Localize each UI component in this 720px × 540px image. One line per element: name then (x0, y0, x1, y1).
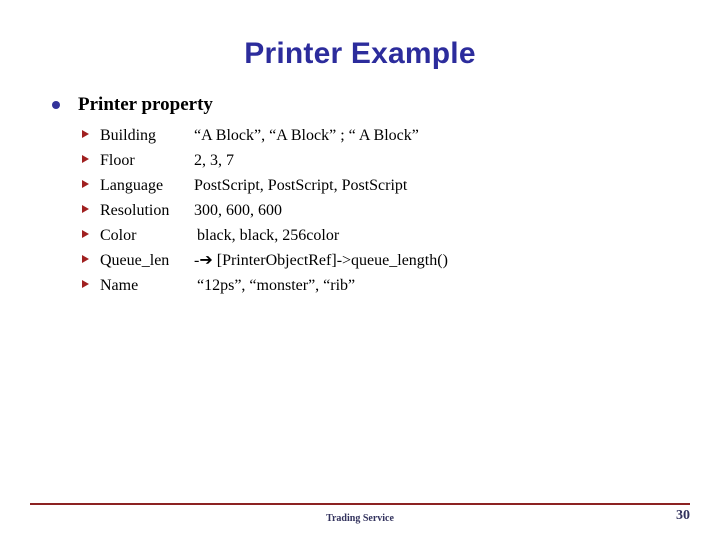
list-item: Building “A Block”, “A Block” ; “ A Bloc… (0, 123, 720, 148)
property-label: Queue_len (100, 252, 170, 269)
property-label: Color (100, 227, 137, 244)
property-label: Resolution (100, 202, 170, 219)
arrow-marker-icon (82, 180, 89, 188)
list-item: Resolution 300, 600, 600 (0, 198, 720, 223)
property-value: “12ps”, “monster”, “rib” (197, 277, 356, 294)
page-title: Printer Example (244, 37, 476, 70)
slide-body: Printer property Building “A Block”, “A … (0, 92, 720, 298)
bullet-dot-icon (52, 101, 60, 109)
property-list: Building “A Block”, “A Block” ; “ A Bloc… (0, 123, 720, 298)
list-item: Name “12ps”, “monster”, “rib” (0, 273, 720, 298)
arrow-marker-icon (82, 280, 89, 288)
footer-text: Trading Service (326, 513, 394, 524)
bullet-level1-label: Printer property (78, 94, 213, 115)
list-item: Color black, black, 256color (0, 223, 720, 248)
arrow-marker-icon (82, 205, 89, 213)
property-value: black, black, 256color (197, 227, 340, 244)
bullet-item-printer-property: Printer property (0, 92, 720, 118)
arrow-marker-icon (82, 255, 89, 263)
property-value: -➔ [PrinterObjectRef]->queue_length() (194, 252, 448, 269)
footer-divider (30, 503, 690, 505)
property-value: 300, 600, 600 (194, 202, 282, 219)
property-label: Floor (100, 152, 135, 169)
property-label: Language (100, 177, 164, 194)
property-value: 2, 3, 7 (194, 152, 234, 169)
arrow-marker-icon (82, 155, 89, 163)
list-item: Language PostScript, PostScript, PostScr… (0, 173, 720, 198)
property-value: “A Block”, “A Block” ; “ A Block” (194, 127, 419, 144)
list-item: Floor 2, 3, 7 (0, 148, 720, 173)
slide-canvas: Printer Example Printer property Buildin… (0, 0, 720, 540)
page-number: 30 (676, 508, 690, 523)
property-label: Name (100, 277, 139, 294)
arrow-marker-icon (82, 130, 89, 138)
list-item: Queue_len -➔ [PrinterObjectRef]->queue_l… (0, 248, 720, 273)
property-value: PostScript, PostScript, PostScript (194, 177, 408, 194)
property-label: Building (100, 127, 157, 144)
arrow-marker-icon (82, 230, 89, 238)
